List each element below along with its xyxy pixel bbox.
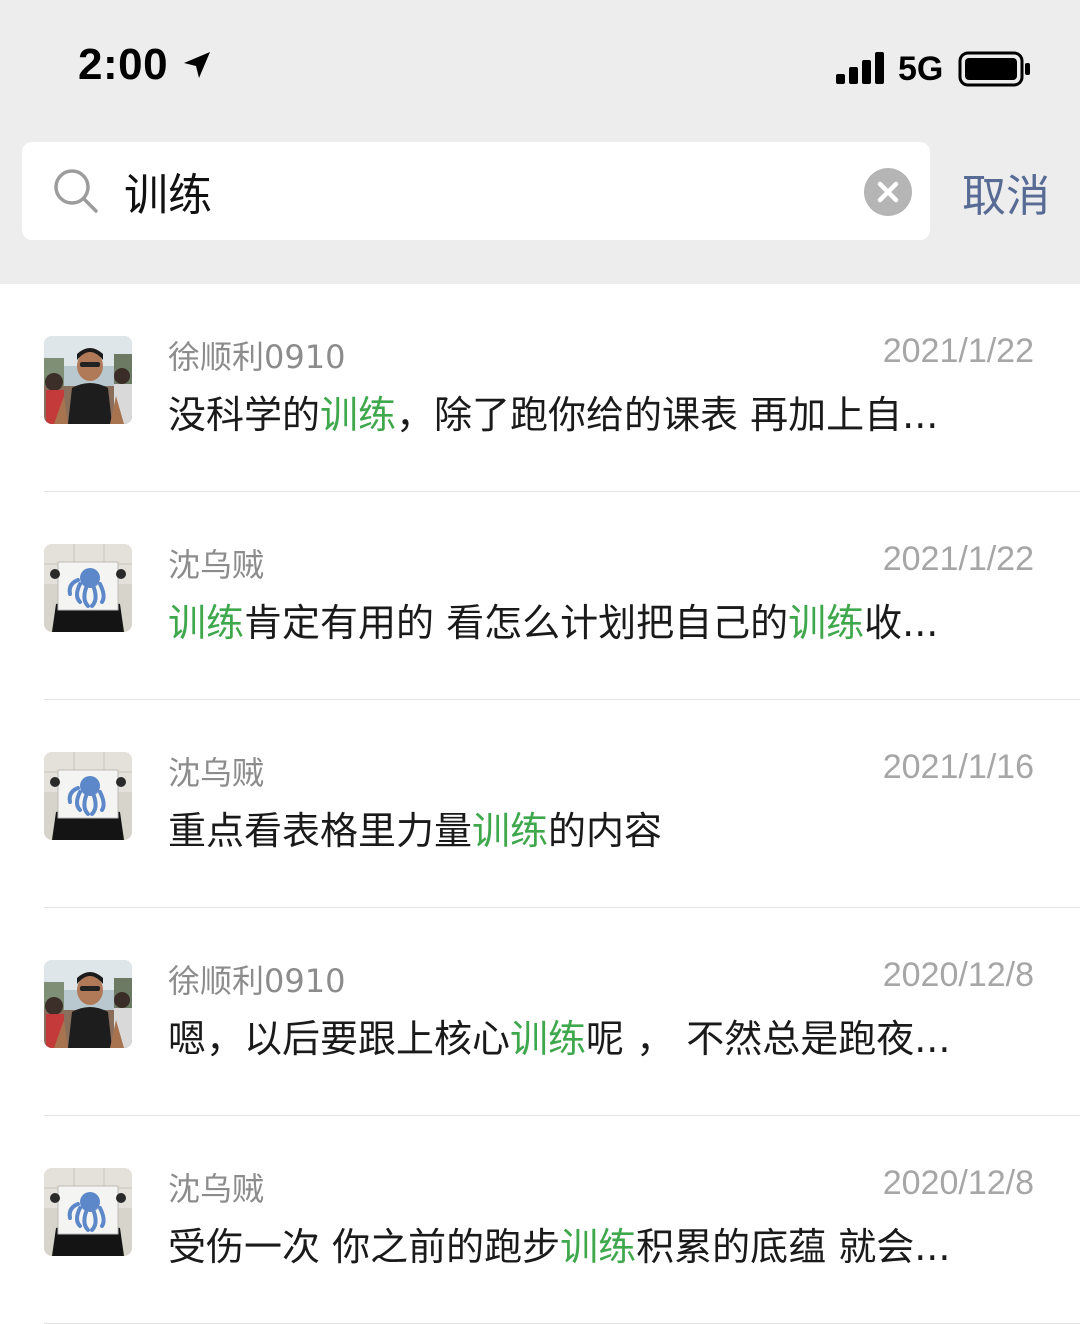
avatar: [44, 752, 132, 840]
keyword-highlight: 训练: [510, 1017, 587, 1061]
message-text: 的内容: [548, 809, 663, 853]
keyword-highlight: 训练: [788, 601, 865, 645]
avatar: [44, 1168, 132, 1256]
search-result-item[interactable]: 徐顺利0910 2020/12/8 嗯，以后要跟上核心训练呢 ， 不然总是跑夜...: [0, 908, 1080, 1116]
search-input[interactable]: [124, 156, 844, 226]
message-snippet: 没科学的训练，除了跑你给的课表 再加上自...: [168, 384, 1036, 439]
message-text: 肯定有用的 看怎么计划把自己的: [244, 601, 789, 645]
search-result-item[interactable]: 沈乌贼 2021/1/22 训练肯定有用的 看怎么计划把自己的训练收...: [0, 492, 1080, 700]
status-bar: 2:00 5G: [0, 0, 1080, 130]
message-date: 2021/1/22: [882, 332, 1034, 370]
search-results-list: 徐顺利0910 2021/1/22 没科学的训练，除了跑你给的课表 再加上自... …: [0, 284, 1080, 1324]
cellular-signal-icon: [836, 52, 884, 84]
octopus-sign-photo: [44, 752, 132, 840]
avatar: [44, 336, 132, 424]
status-time: 2:00: [78, 40, 169, 89]
message-date: 2021/1/22: [882, 540, 1034, 578]
sender-name: 沈乌贼: [168, 546, 265, 584]
message-text: 重点看表格里力量: [168, 809, 473, 853]
close-icon: [877, 181, 899, 203]
runner-photo: [44, 336, 132, 424]
cancel-button[interactable]: 取消: [962, 160, 1050, 224]
sender-name: 沈乌贼: [168, 754, 265, 792]
clear-search-button[interactable]: [864, 168, 912, 216]
message-snippet: 受伤一次 你之前的跑步训练积累的底蕴 就会...: [168, 1216, 1036, 1271]
message-snippet: 训练肯定有用的 看怎么计划把自己的训练收...: [168, 592, 1036, 647]
search-header: 2:00 5G 取消: [0, 0, 1080, 284]
keyword-highlight: 训练: [472, 809, 549, 853]
octopus-sign-photo: [44, 1168, 132, 1256]
sender-name: 徐顺利0910: [168, 338, 346, 376]
search-result-item[interactable]: 沈乌贼 2020/12/8 受伤一次 你之前的跑步训练积累的底蕴 就会...: [0, 1116, 1080, 1324]
message-date: 2020/12/8: [882, 1164, 1034, 1202]
message-text: 没科学的: [168, 393, 321, 437]
message-text: 积累的底蕴 就会...: [636, 1225, 951, 1269]
message-snippet: 重点看表格里力量训练的内容: [168, 800, 1036, 855]
search-bar[interactable]: [22, 142, 930, 240]
message-text: 收...: [864, 601, 939, 645]
search-icon: [54, 169, 98, 213]
network-type: 5G: [898, 50, 944, 88]
message-snippet: 嗯，以后要跟上核心训练呢 ， 不然总是跑夜...: [168, 1008, 1036, 1063]
message-text: 受伤一次 你之前的跑步: [168, 1225, 561, 1269]
message-date: 2021/1/16: [882, 748, 1034, 786]
location-arrow-icon: [184, 52, 210, 78]
sender-name: 徐顺利0910: [168, 962, 346, 1000]
keyword-highlight: 训练: [168, 601, 245, 645]
keyword-highlight: 训练: [320, 393, 397, 437]
message-date: 2020/12/8: [882, 956, 1034, 994]
sender-name: 沈乌贼: [168, 1170, 265, 1208]
avatar: [44, 544, 132, 632]
avatar: [44, 960, 132, 1048]
search-result-item[interactable]: 徐顺利0910 2021/1/22 没科学的训练，除了跑你给的课表 再加上自...: [0, 284, 1080, 492]
search-result-item[interactable]: 沈乌贼 2021/1/16 重点看表格里力量训练的内容: [0, 700, 1080, 908]
octopus-sign-photo: [44, 544, 132, 632]
message-text: 嗯，以后要跟上核心: [168, 1017, 511, 1061]
message-text: 呢 ， 不然总是跑夜...: [586, 1017, 951, 1061]
runner-photo: [44, 960, 132, 1048]
keyword-highlight: 训练: [560, 1225, 637, 1269]
battery-icon: [958, 51, 1030, 87]
message-text: ，除了跑你给的课表 再加上自...: [396, 393, 939, 437]
